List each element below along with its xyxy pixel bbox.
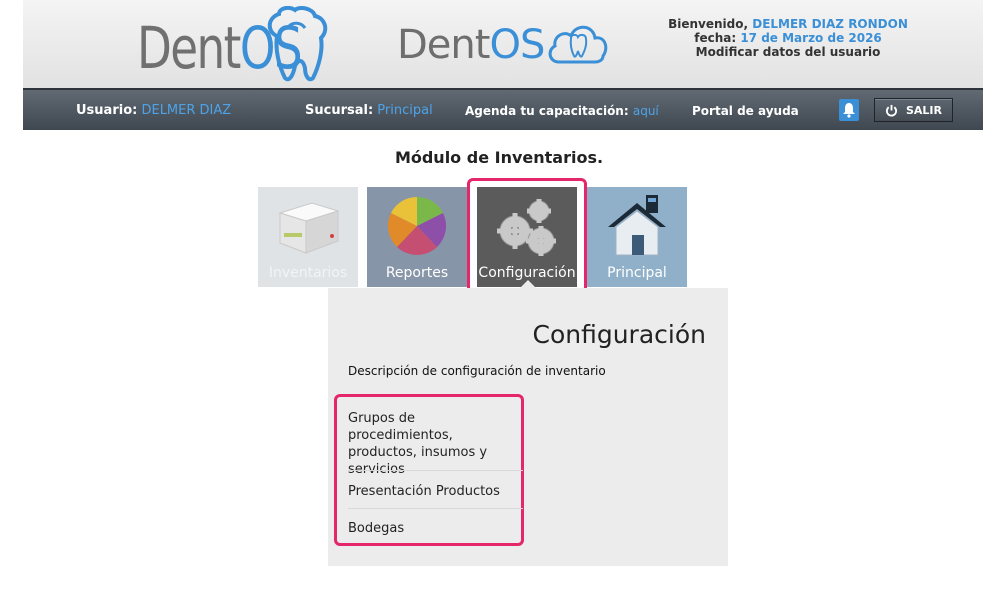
training-link[interactable]: aquí xyxy=(633,104,659,118)
menu-item-grupos[interactable]: Grupos de procedimientos, productos, ins… xyxy=(348,410,523,478)
top-navbar: Usuario: DELMER DIAZ Sucursal: Principal… xyxy=(23,88,983,130)
welcome-username: DELMER DIAZ RONDON xyxy=(752,17,908,31)
help-portal-link[interactable]: Portal de ayuda xyxy=(692,104,799,118)
configuration-menu: Grupos de procedimientos, productos, ins… xyxy=(334,394,524,546)
tile-label: Principal xyxy=(607,265,667,281)
menu-divider xyxy=(348,470,523,471)
current-date: 17 de Marzo de 2026 xyxy=(740,31,882,45)
menu-item-bodegas[interactable]: Bodegas xyxy=(348,520,523,537)
power-icon xyxy=(885,104,897,116)
nav-user: Usuario: DELMER DIAZ xyxy=(76,103,232,118)
header: DentOS DentOS Bienvenido, DELMER DIAZ RO… xyxy=(23,0,983,88)
nav-branch: Sucursal: Principal xyxy=(305,103,433,118)
tile-principal[interactable]: Principal xyxy=(587,187,687,287)
tile-label: Reportes xyxy=(385,265,449,281)
configuration-panel: Configuración Descripción de configuraci… xyxy=(328,288,728,566)
panel-description: Descripción de configuración de inventar… xyxy=(348,364,606,378)
tile-label: Inventarios xyxy=(268,265,348,281)
cloud-tooth-icon xyxy=(548,25,608,64)
nav-branch-value[interactable]: Principal xyxy=(377,103,432,118)
menu-divider xyxy=(348,508,523,509)
dentos-logo-large[interactable]: DentOS xyxy=(137,4,337,84)
dentos-logo-small[interactable]: DentOS xyxy=(397,22,637,72)
menu-item-presentacion-productos[interactable]: Presentación Productos xyxy=(348,483,523,500)
box-icon xyxy=(278,202,340,254)
tooth-icon xyxy=(267,6,328,82)
page-title: Módulo de Inventarios. xyxy=(394,148,604,167)
panel-title: Configuración xyxy=(532,320,707,349)
modify-user-link[interactable]: Modificar datos del usuario xyxy=(663,45,913,59)
tile-inventarios[interactable]: Inventarios xyxy=(258,187,358,287)
nav-user-value: DELMER DIAZ xyxy=(141,103,232,118)
active-tile-pointer xyxy=(520,280,536,288)
home-icon xyxy=(608,195,666,256)
welcome-block: Bienvenido, DELMER DIAZ RONDON fecha: 17… xyxy=(663,17,913,59)
selected-tile-highlight xyxy=(467,178,587,294)
nav-training: Agenda tu capacitación: aquí xyxy=(465,104,659,118)
notifications-bell-icon[interactable] xyxy=(839,99,859,121)
logout-button[interactable]: SALIR xyxy=(874,98,953,122)
pie-chart-icon xyxy=(387,196,447,255)
tile-reportes[interactable]: Reportes xyxy=(367,187,467,287)
